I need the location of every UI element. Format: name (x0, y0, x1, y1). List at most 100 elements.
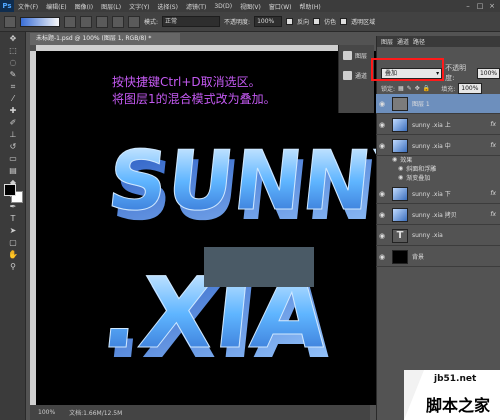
layer-thumbnail (392, 249, 408, 264)
layer-row[interactable]: ◉ 背景 (376, 247, 500, 267)
layer-row[interactable]: ◉ sunny .xia 拷贝 fx (376, 205, 500, 225)
layer-row[interactable]: ◉ 图层 1 (376, 94, 500, 114)
doc-size: 文档:1.66M/12.5M (69, 410, 123, 417)
color-swatches[interactable] (4, 184, 24, 204)
history-brush-icon[interactable]: ↺ (3, 141, 23, 152)
menu-select[interactable]: 选择(S) (153, 2, 182, 11)
layer-row[interactable]: ◉ sunny .xia 上 fx (376, 115, 500, 135)
layer-row[interactable]: ◉ sunny .xia 中 fx (376, 136, 500, 156)
menu-help[interactable]: 帮助(H) (296, 2, 325, 11)
eye-icon[interactable]: ◉ (376, 253, 388, 261)
layer-opacity-input[interactable]: 100% (476, 67, 500, 79)
dock-layers-label: 图层 (355, 52, 368, 60)
document-tab[interactable]: 未标题-1.psd @ 100% (图层 1, RGB/8) * (30, 33, 180, 45)
path-select-icon[interactable]: ➤ (3, 225, 23, 236)
gradient-tool-icon[interactable] (4, 15, 16, 28)
zoom-tool-icon[interactable]: ⚲ (3, 261, 23, 272)
healing-brush-icon[interactable]: ✚ (3, 105, 23, 116)
layer-name: sunny .xia 中 (412, 143, 451, 150)
dither-checkbox[interactable] (313, 18, 321, 25)
tools-panel: ✥ ⬚ ◌ ✎ ⌗ ⁄ ✚ ✐ ⊥ ↺ ▭ ▤ ◆ ● ✒ T ➤ ▢ ✋ ⚲ (0, 32, 26, 420)
panel-tabs: 图层 通道 路径 (377, 36, 500, 47)
reverse-label: 反向 (297, 19, 310, 26)
dock-layers-button[interactable]: 图层 (339, 45, 374, 65)
watermark-url: jb51.net (434, 374, 477, 384)
photoshop-logo: Ps (0, 0, 14, 12)
reflected-gradient-icon[interactable] (112, 15, 124, 28)
lock-all-icon[interactable]: 🔒 (423, 85, 430, 92)
effects-group[interactable]: ◉ 效果 (392, 155, 412, 164)
quick-select-tool-icon[interactable]: ✎ (3, 69, 23, 80)
opacity-label: 不透明度: (224, 19, 251, 26)
menu-filter[interactable]: 滤镜(T) (182, 2, 210, 11)
lock-move-icon[interactable]: ✥ (415, 85, 420, 92)
eye-icon[interactable]: ◉ (392, 156, 397, 163)
menu-layer[interactable]: 图层(L) (97, 2, 125, 11)
text-layer-icon: T (392, 228, 408, 243)
menu-3d[interactable]: 3D(D) (210, 3, 236, 10)
menu-file[interactable]: 文件(F) (14, 2, 42, 11)
menu-edit[interactable]: 编辑(E) (42, 2, 70, 11)
dither-label: 仿色 (324, 19, 337, 26)
transparency-checkbox[interactable] (340, 18, 348, 25)
eyedropper-tool-icon[interactable]: ⁄ (3, 93, 23, 104)
dock-channels-label: 通道 (355, 72, 368, 80)
fx-icon[interactable]: fx (490, 211, 496, 218)
linear-gradient-icon[interactable] (64, 15, 76, 28)
menu-view[interactable]: 视图(V) (236, 2, 265, 11)
gradient-tool-icon-side[interactable]: ▤ (3, 165, 23, 176)
clone-stamp-icon[interactable]: ⊥ (3, 129, 23, 140)
fx-icon[interactable]: fx (490, 121, 496, 128)
close-icon[interactable]: × (486, 0, 498, 12)
reverse-checkbox[interactable] (286, 18, 294, 25)
mode-select[interactable]: 正常 (162, 16, 221, 27)
eye-icon[interactable]: ◉ (376, 100, 388, 108)
effect-gradient-overlay[interactable]: ◉ 渐变叠加 (398, 173, 430, 182)
lock-paint-icon[interactable]: ✎ (407, 85, 412, 92)
hand-tool-icon[interactable]: ✋ (3, 249, 23, 260)
document-canvas[interactable]: SUNNY SUNNY .XIA .XIA 按快捷键Ctrl+D取消选区。 将图… (36, 51, 376, 405)
menu-window[interactable]: 窗口(W) (265, 2, 296, 11)
eye-icon[interactable]: ◉ (376, 211, 388, 219)
eye-icon[interactable]: ◉ (376, 121, 388, 129)
collapsed-panel-dock: 图层 通道 (338, 45, 374, 113)
minimize-icon[interactable]: – (462, 0, 474, 12)
gradient-picker[interactable] (20, 16, 60, 27)
eye-icon[interactable]: ◉ (398, 165, 403, 172)
move-tool-icon[interactable]: ✥ (3, 33, 23, 44)
type-tool-icon[interactable]: T (3, 213, 23, 224)
tab-paths[interactable]: 路径 (413, 37, 425, 46)
eye-icon[interactable]: ◉ (398, 174, 403, 181)
zoom-level[interactable]: 100% (38, 409, 55, 416)
crop-tool-icon[interactable]: ⌗ (3, 81, 23, 92)
layer-row[interactable]: ◉ T sunny .xia (376, 226, 500, 246)
maximize-icon[interactable]: □ (474, 0, 486, 12)
eye-icon[interactable]: ◉ (376, 190, 388, 198)
angle-gradient-icon[interactable] (96, 15, 108, 28)
eye-icon[interactable]: ◉ (376, 232, 388, 240)
fx-icon[interactable]: fx (490, 190, 496, 197)
layer-row[interactable]: ◉ sunny .xia 下 fx (376, 184, 500, 204)
eye-icon[interactable]: ◉ (376, 142, 388, 150)
diamond-gradient-icon[interactable] (128, 15, 140, 28)
watermark-name: 脚本之家 (426, 396, 491, 415)
brush-tool-icon[interactable]: ✐ (3, 117, 23, 128)
lasso-tool-icon[interactable]: ◌ (3, 57, 23, 68)
marquee-tool-icon[interactable]: ⬚ (3, 45, 23, 56)
effect-gradient-label: 渐变叠加 (406, 175, 431, 182)
menu-image[interactable]: 图像(I) (71, 2, 97, 11)
shape-tool-icon[interactable]: ▢ (3, 237, 23, 248)
effect-bevel[interactable]: ◉ 斜面和浮雕 (398, 164, 436, 173)
tab-channels[interactable]: 通道 (397, 37, 409, 46)
lock-transparent-icon[interactable]: ▦ (398, 85, 404, 92)
foreground-color[interactable] (4, 184, 16, 196)
tab-layers[interactable]: 图层 (381, 37, 393, 46)
fx-icon[interactable]: fx (490, 142, 496, 149)
radial-gradient-icon[interactable] (80, 15, 92, 28)
eraser-tool-icon[interactable]: ▭ (3, 153, 23, 164)
site-watermark: jb51.net 脚本之家 (404, 370, 500, 420)
menu-type[interactable]: 文字(Y) (125, 2, 153, 11)
dock-channels-button[interactable]: 通道 (339, 65, 374, 85)
opacity-input[interactable]: 100% (254, 16, 283, 27)
fill-input[interactable]: 100% (458, 82, 483, 94)
